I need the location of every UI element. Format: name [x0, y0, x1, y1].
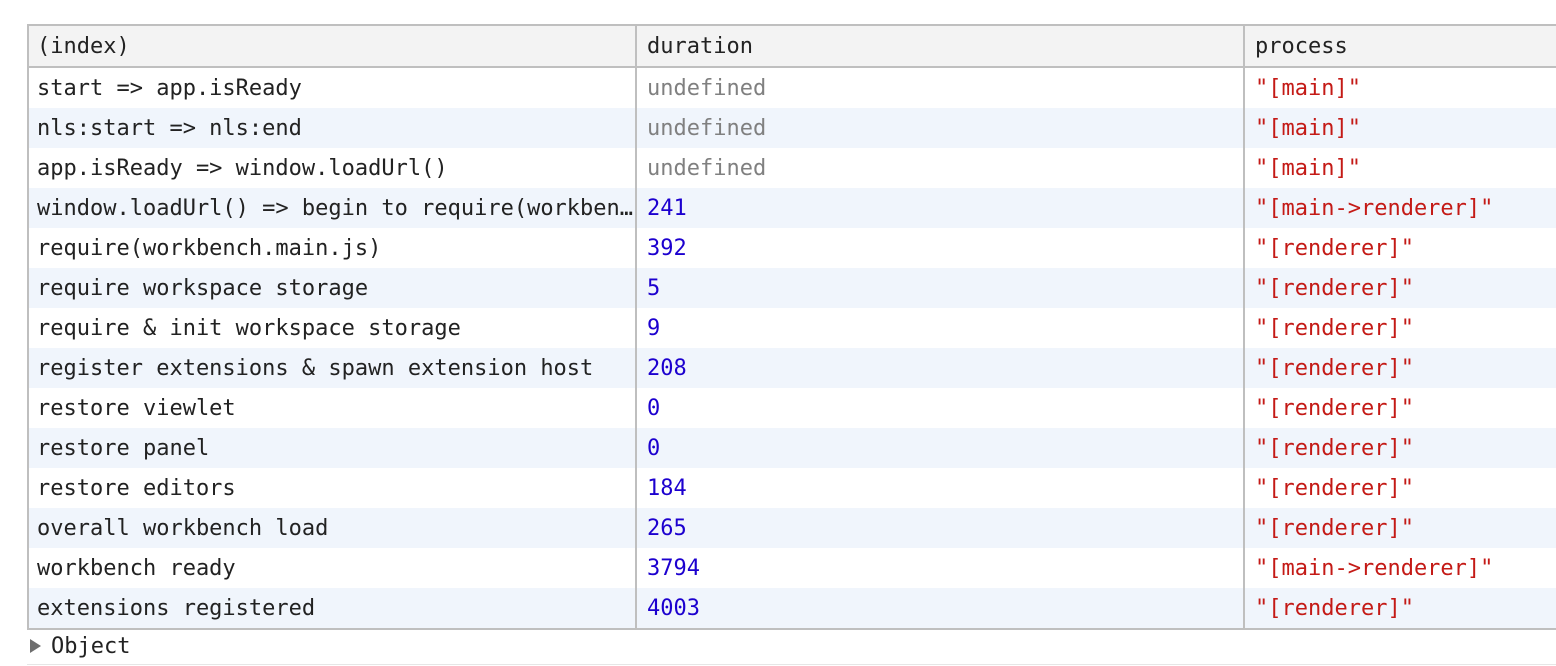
- table-row: app.isReady => window.loadUrl() undefined…: [29, 148, 1556, 188]
- table-row: restore panel 0 "[renderer]": [29, 428, 1556, 468]
- process-cell: "[main->renderer]": [1255, 195, 1494, 221]
- table-row: overall workbench load 265 "[renderer]": [29, 508, 1556, 548]
- process-cell: "[main->renderer]": [1255, 555, 1494, 581]
- object-toggle[interactable]: Object: [27, 630, 130, 662]
- duration-cell: 0: [637, 388, 1245, 428]
- column-header-index[interactable]: (index): [29, 26, 637, 66]
- table-row: restore viewlet 0 "[renderer]": [29, 388, 1556, 428]
- index-cell: require & init workspace storage: [29, 308, 637, 348]
- column-header-process[interactable]: process: [1245, 26, 1556, 66]
- index-cell: restore editors: [29, 468, 637, 508]
- duration-cell: 0: [637, 428, 1245, 468]
- table-header: (index) duration process: [29, 26, 1556, 68]
- duration-cell: 392: [637, 228, 1245, 268]
- index-cell: restore panel: [29, 428, 637, 468]
- index-cell: restore viewlet: [29, 388, 637, 428]
- process-cell: "[renderer]": [1255, 515, 1414, 541]
- console-table: (index) duration process start => app.is…: [27, 24, 1556, 630]
- duration-cell: 4003: [637, 588, 1245, 628]
- table-body: start => app.isReady undefined "[main]" nls…: [29, 68, 1556, 628]
- index-cell: window.loadUrl() => begin to require(wor…: [29, 188, 637, 228]
- process-cell: "[main]": [1255, 75, 1361, 101]
- table-row: nls:start => nls:end undefined "[main]": [29, 108, 1556, 148]
- table-row: restore editors 184 "[renderer]": [29, 468, 1556, 508]
- table-row: start => app.isReady undefined "[main]": [29, 68, 1556, 108]
- process-cell: "[renderer]": [1255, 475, 1414, 501]
- duration-cell: undefined: [637, 108, 1245, 148]
- duration-cell: 3794: [637, 548, 1245, 588]
- process-cell: "[renderer]": [1255, 315, 1414, 341]
- index-cell: start => app.isReady: [29, 68, 637, 108]
- table-row: require workspace storage 5 "[renderer]": [29, 268, 1556, 308]
- duration-cell: 184: [637, 468, 1245, 508]
- index-cell: app.isReady => window.loadUrl(): [29, 148, 637, 188]
- object-label: Object: [51, 633, 131, 659]
- table-row: register extensions & spawn extension ho…: [29, 348, 1556, 388]
- duration-cell: 5: [637, 268, 1245, 308]
- index-cell: overall workbench load: [29, 508, 637, 548]
- duration-cell: undefined: [637, 68, 1245, 108]
- table-row: require & init workspace storage 9 "[rende…: [29, 308, 1556, 348]
- table-row: extensions registered 4003 "[renderer]": [29, 588, 1556, 628]
- process-cell: "[renderer]": [1255, 235, 1414, 261]
- index-cell: require(workbench.main.js): [29, 228, 637, 268]
- column-header-duration[interactable]: duration: [637, 26, 1245, 66]
- index-cell: nls:start => nls:end: [29, 108, 637, 148]
- process-cell: "[renderer]": [1255, 275, 1414, 301]
- table-row: window.loadUrl() => begin to require(wor…: [29, 188, 1556, 228]
- process-cell: "[renderer]": [1255, 435, 1414, 461]
- triangle-right-icon[interactable]: [30, 639, 41, 653]
- divider: [27, 664, 1556, 665]
- duration-cell: 265: [637, 508, 1245, 548]
- process-cell: "[renderer]": [1255, 395, 1414, 421]
- duration-cell: undefined: [637, 148, 1245, 188]
- index-cell: require workspace storage: [29, 268, 637, 308]
- index-cell: register extensions & spawn extension ho…: [29, 348, 637, 388]
- index-cell: extensions registered: [29, 588, 637, 628]
- duration-cell: 208: [637, 348, 1245, 388]
- process-cell: "[renderer]": [1255, 355, 1414, 381]
- table-row: workbench ready 3794 "[main->renderer]": [29, 548, 1556, 588]
- process-cell: "[renderer]": [1255, 595, 1414, 621]
- process-cell: "[main]": [1255, 155, 1361, 181]
- table-row: require(workbench.main.js) 392 "[renderer]…: [29, 228, 1556, 268]
- duration-cell: 241: [637, 188, 1245, 228]
- index-cell: workbench ready: [29, 548, 637, 588]
- process-cell: "[main]": [1255, 115, 1361, 141]
- duration-cell: 9: [637, 308, 1245, 348]
